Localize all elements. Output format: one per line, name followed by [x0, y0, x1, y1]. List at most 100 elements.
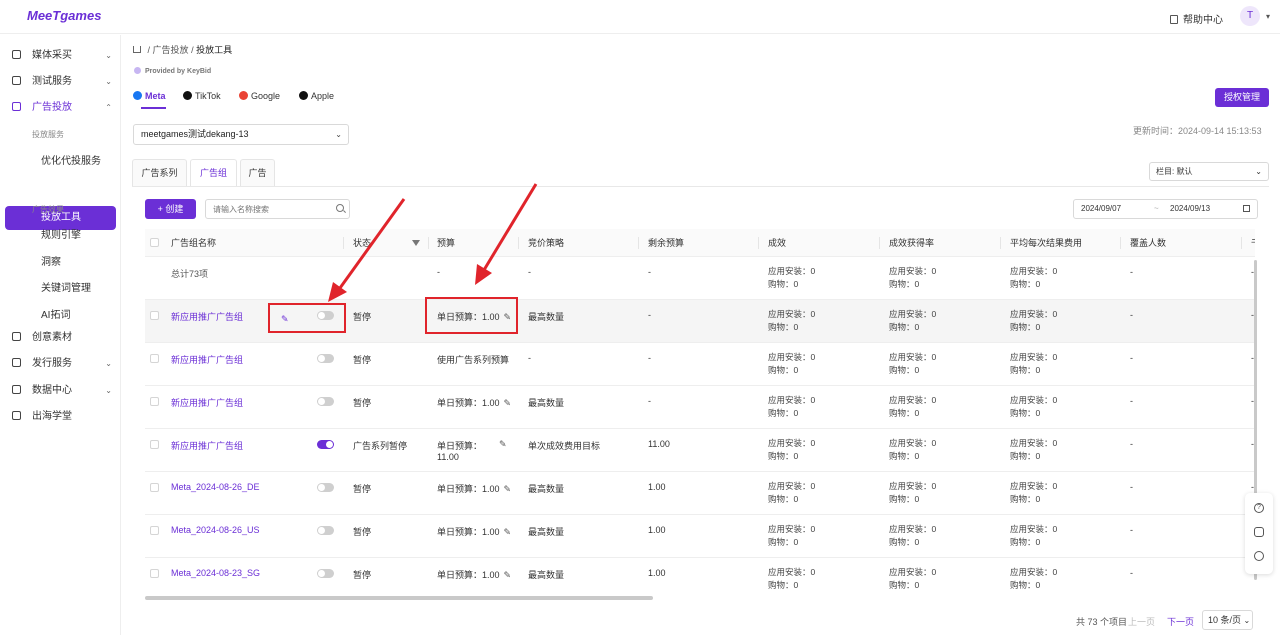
status-toggle[interactable] [317, 440, 334, 449]
test-icon [12, 76, 21, 85]
date-range-picker[interactable]: 2024/09/07 ~ 2024/09/13 [1073, 199, 1258, 219]
metric-installs: 应用安装：0 [889, 567, 937, 577]
col-reach[interactable]: 覆盖人数 [1130, 229, 1166, 257]
adset-name-link[interactable]: 新应用推广广告组 [171, 310, 243, 323]
filter-icon[interactable] [412, 240, 420, 246]
sidebar-sub-insight[interactable]: 洞察 [41, 253, 61, 268]
results-cell: 应用安装：0 购物：0 [768, 351, 815, 377]
table-row[interactable]: Meta_2024-08-23_SG 暂停 单日预算：1.00 ✎ 最高数量 1.00 应用… [145, 558, 1255, 599]
tab-campaign[interactable]: 广告系列 [132, 159, 187, 186]
status-toggle[interactable] [317, 526, 334, 535]
sidebar-item-test[interactable]: 测试服务 ⌄ [12, 73, 112, 91]
row-checkbox[interactable] [150, 483, 159, 492]
row-checkbox[interactable] [150, 526, 159, 535]
col-result-rate[interactable]: 成效获得率 [889, 229, 934, 257]
row-checkbox[interactable] [150, 354, 159, 363]
table-row[interactable]: Meta_2024-08-26_DE 暂停 单日预算：1.00 ✎ 最高数量 1.00 应用… [145, 472, 1255, 515]
adset-name-link[interactable]: Meta_2024-08-26_US [171, 525, 260, 535]
search-icon[interactable] [336, 204, 344, 212]
edit-budget-icon[interactable]: ✎ [499, 439, 507, 450]
prev-page-button[interactable]: 上一页 [1128, 615, 1155, 628]
support-icon[interactable] [1254, 551, 1264, 561]
row-checkbox[interactable] [150, 311, 159, 320]
chevron-down-icon[interactable]: ▾ [1266, 12, 1270, 21]
table-row[interactable]: 新应用推广广告组 暂停 单日预算：1.00 ✎ 最高数量 - 应用安装：0 购物：0 应用安装：… [145, 386, 1255, 429]
reach-cell: - [1130, 396, 1133, 406]
col-impressions[interactable]: 千 [1251, 229, 1255, 257]
home-icon[interactable] [133, 46, 141, 53]
result-rate-cell: 应用安装：0 购物：0 [889, 523, 936, 549]
col-budget[interactable]: 预算 [437, 229, 455, 257]
status-toggle[interactable] [317, 569, 334, 578]
logo[interactable]: MeeTgames [27, 8, 101, 23]
sidebar-item-school[interactable]: 出海学堂 [12, 408, 112, 426]
sidebar-sub-keywords[interactable]: 关键词管理 [41, 279, 91, 294]
row-checkbox[interactable] [150, 440, 159, 449]
col-bid[interactable]: 竞价策略 [528, 229, 564, 257]
chat-icon[interactable] [1254, 527, 1264, 537]
status-toggle[interactable] [317, 354, 334, 363]
help-center-link[interactable]: 帮助中心 [1170, 11, 1223, 26]
row-checkbox[interactable] [150, 397, 159, 406]
search-input[interactable] [205, 199, 350, 219]
adset-name-link[interactable]: 新应用推广广告组 [171, 396, 243, 409]
school-icon [12, 411, 21, 420]
page-size-select[interactable]: 10 条/页 ⌄ [1202, 610, 1253, 630]
breadcrumb-ads[interactable]: 广告投放 [153, 45, 189, 55]
results-cell: 应用安装：0 购物：0 [768, 523, 815, 549]
meta-icon [133, 91, 142, 100]
start-date[interactable]: 2024/09/07 [1081, 200, 1121, 218]
col-remaining[interactable]: 剩余预算 [648, 229, 684, 257]
tab-ad[interactable]: 广告 [240, 159, 275, 186]
adset-name-link[interactable]: Meta_2024-08-23_SG [171, 568, 260, 578]
horizontal-scrollbar[interactable] [145, 596, 653, 600]
sidebar-sub-ai-keywords[interactable]: AI拓词 [41, 306, 70, 321]
select-all-checkbox[interactable] [150, 238, 159, 247]
avatar[interactable]: T [1240, 6, 1260, 26]
auth-management-button[interactable]: 授权管理 [1215, 88, 1269, 107]
question-icon[interactable]: ? [1254, 503, 1264, 513]
tab-apple[interactable]: Apple [299, 91, 334, 101]
sidebar-item-publish[interactable]: 发行服务 ⌄ [12, 355, 112, 373]
tab-google[interactable]: Google [239, 91, 280, 101]
col-name[interactable]: 广告组名称 [171, 229, 216, 257]
metric-purchases: 购物：0 [1010, 494, 1041, 504]
sidebar-item-data[interactable]: 数据中心 ⌄ [12, 382, 112, 400]
table-row[interactable]: 新应用推广广告组 广告系列暂停 单日预算： ✎ 11.00 单次成效费用目标 11.00 应用… [145, 429, 1255, 472]
account-select[interactable]: meetgames测试dekang-13 ⌄ [133, 124, 349, 145]
adset-name-link[interactable]: 新应用推广广告组 [171, 439, 243, 452]
col-cost-per-result[interactable]: 平均每次结果费用 [1010, 229, 1082, 257]
sidebar-item-creative[interactable]: 创意素材 [12, 329, 112, 347]
create-button[interactable]: + 创建 [145, 199, 196, 219]
sidebar-item-media[interactable]: 媒体采买 ⌄ [12, 47, 112, 65]
tab-adset[interactable]: 广告组 [190, 159, 237, 186]
result-rate-cell: 应用安装：0 购物：0 [889, 480, 936, 506]
reach-cell: - [1130, 568, 1133, 578]
data-icon [12, 385, 21, 394]
table-row[interactable]: 新应用推广广告组 暂停 使用广告系列预算 - - 应用安装：0 购物：0 应用安装：0 购物：0… [145, 343, 1255, 386]
col-status[interactable]: 状态 [353, 229, 371, 257]
col-results[interactable]: 成效 [768, 229, 786, 257]
edit-budget-icon[interactable]: ✎ [504, 484, 512, 495]
edit-budget-icon[interactable]: ✎ [504, 527, 512, 538]
sidebar-sub-optimization[interactable]: 优化代投服务 [41, 152, 101, 167]
table-row[interactable]: Meta_2024-08-26_US 暂停 单日预算：1.00 ✎ 最高数量 1.00 应用… [145, 515, 1255, 558]
metric-purchases: 购物：0 [768, 365, 799, 375]
chevron-down-icon: ⌄ [105, 386, 112, 395]
edit-budget-icon[interactable]: ✎ [504, 398, 512, 409]
status-toggle[interactable] [317, 483, 334, 492]
columns-select[interactable]: 栏目: 默认 ⌄ [1149, 162, 1269, 181]
row-checkbox[interactable] [150, 569, 159, 578]
cost-per-result-cell: 应用安装：0 购物：0 [1010, 351, 1057, 377]
tab-meta[interactable]: Meta [133, 91, 166, 109]
next-page-button[interactable]: 下一页 [1167, 615, 1194, 628]
status-text: 暂停 [353, 312, 372, 322]
end-date[interactable]: 2024/09/13 [1170, 200, 1210, 218]
status-toggle[interactable] [317, 397, 334, 406]
sidebar-sub-rules[interactable]: 规则引擎 [41, 226, 81, 241]
edit-budget-icon[interactable]: ✎ [504, 570, 512, 581]
adset-name-link[interactable]: 新应用推广广告组 [171, 353, 243, 366]
sidebar-item-ads[interactable]: 广告投放 ⌃ [12, 99, 112, 117]
tab-tiktok[interactable]: TikTok [183, 91, 221, 101]
adset-name-link[interactable]: Meta_2024-08-26_DE [171, 482, 260, 492]
